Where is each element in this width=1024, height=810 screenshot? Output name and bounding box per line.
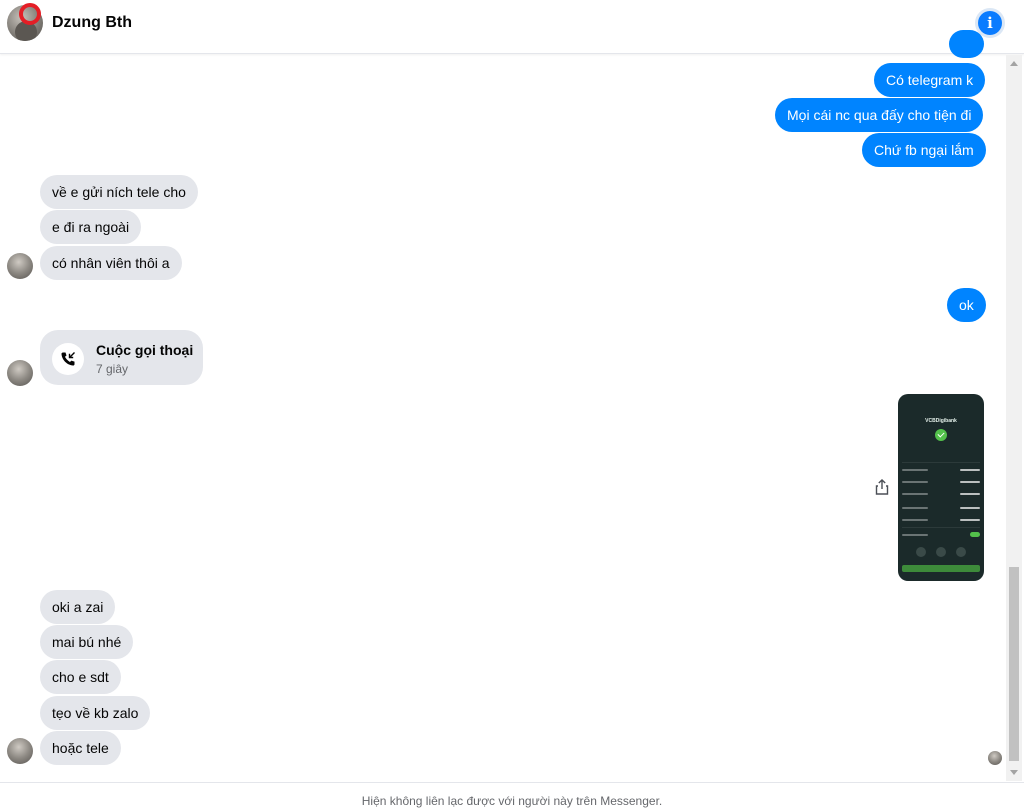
scroll-down-icon[interactable]: [1010, 770, 1018, 775]
scroll-up-icon[interactable]: [1010, 61, 1018, 66]
message-bubble[interactable]: Mọi cái nc qua đấy cho tiện đi: [775, 98, 984, 132]
phone-status-bar: [898, 398, 984, 404]
message-bubble[interactable]: Có telegram k: [874, 63, 986, 97]
receipt-brand: VCBDigibank: [925, 418, 957, 424]
receipt-button: [902, 565, 980, 572]
receipt-row-label: [902, 507, 928, 509]
scroll-thumb[interactable]: [1009, 567, 1019, 761]
avatar-marker: [19, 3, 41, 25]
message-bubble[interactable]: e đi ra ngoài: [40, 210, 142, 244]
unavailable-notice: Hiện không liên lạc được với người này t…: [0, 782, 1024, 810]
message-bubble-partial[interactable]: [949, 30, 984, 58]
receipt-divider: [902, 462, 980, 463]
message-bubble[interactable]: hoặc tele: [40, 731, 121, 765]
receipt-row-label: [902, 469, 928, 471]
message-bubble[interactable]: tẹo về kb zalo: [40, 696, 151, 730]
call-duration: 7 giây: [96, 362, 129, 376]
share-icon[interactable]: [873, 478, 891, 496]
receipt-divider: [902, 527, 980, 528]
message-bubble[interactable]: có nhân viên thôi a: [40, 246, 182, 280]
receipt-action-icon: [936, 547, 946, 557]
call-title: Cuộc gọi thoại: [96, 342, 194, 358]
receipt-row-label: [902, 519, 928, 521]
message-bubble[interactable]: cho e sdt: [40, 660, 121, 694]
receipt-row-value: [960, 507, 980, 509]
message-bubble[interactable]: ok: [947, 288, 986, 322]
incoming-call-icon: [52, 343, 84, 375]
sender-avatar[interactable]: [7, 360, 33, 386]
sender-avatar[interactable]: [7, 738, 33, 764]
sender-avatar[interactable]: [7, 253, 33, 279]
chat-scrollbar[interactable]: [1006, 55, 1022, 781]
receipt-row-label: [902, 493, 928, 495]
conversation-header: Dzung Bth i: [0, 0, 1024, 54]
success-check-icon: [935, 429, 947, 441]
receipt-action-icon: [916, 547, 926, 557]
receipt-row-label: [902, 481, 928, 483]
receipt-row-value: [960, 469, 980, 471]
receipt-row-label: [902, 534, 928, 536]
receipt-image[interactable]: VCBDigibank: [898, 394, 984, 581]
receipt-row-value: [960, 493, 980, 495]
contact-avatar[interactable]: [7, 3, 43, 41]
receipt-toggle: [970, 532, 980, 537]
message-bubble[interactable]: mai bú nhé: [40, 625, 134, 659]
receipt-row-value: [960, 481, 980, 483]
voice-call-card[interactable]: Cuộc gọi thoại 7 giây: [40, 330, 203, 385]
message-bubble[interactable]: Chứ fb ngại lắm: [862, 133, 986, 167]
message-bubble[interactable]: oki a zai: [40, 590, 116, 624]
contact-name[interactable]: Dzung Bth: [52, 14, 132, 32]
receipt-action-icon: [956, 547, 966, 557]
seen-avatar: [988, 751, 1002, 765]
message-bubble[interactable]: về e gửi ních tele cho: [40, 175, 198, 209]
info-icon[interactable]: i: [978, 11, 1002, 35]
info-glyph: i: [987, 13, 993, 32]
receipt-row-value: [960, 519, 980, 521]
